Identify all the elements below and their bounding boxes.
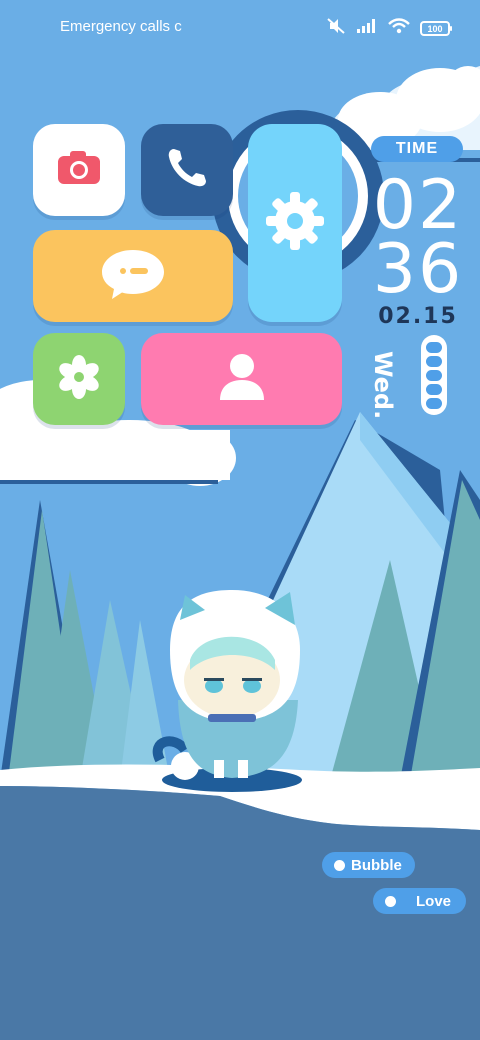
phone-app-tile[interactable] — [141, 124, 233, 216]
clock-minutes[interactable]: 36 — [372, 236, 464, 304]
bubble-button[interactable]: Bubble — [322, 852, 415, 878]
gallery-app-tile[interactable] — [33, 333, 125, 425]
bubble-label: Bubble — [351, 856, 402, 874]
gear-icon — [262, 188, 328, 259]
dot-icon — [334, 859, 345, 871]
status-bar: Emergency calls c 100 — [0, 0, 480, 56]
settings-app-tile[interactable] — [248, 124, 342, 322]
time-label: TIME — [371, 136, 463, 162]
love-label: Love — [416, 892, 452, 910]
phone-icon — [164, 145, 210, 196]
status-carrier-text: Emergency calls c — [60, 18, 182, 35]
battery-segment — [426, 369, 442, 381]
wifi-icon — [388, 18, 410, 39]
contacts-app-tile[interactable] — [141, 333, 342, 425]
message-icon — [98, 246, 168, 307]
battery-segment — [426, 397, 442, 409]
battery-level-indicator — [421, 335, 447, 415]
mute-icon — [326, 17, 346, 40]
signal-icon — [356, 18, 378, 39]
messages-app-tile[interactable] — [33, 230, 233, 322]
clock-date: 02.15 — [378, 304, 458, 329]
battery-segment — [426, 341, 442, 353]
clock-day: Wed. — [369, 351, 397, 420]
camera-app-tile[interactable] — [33, 124, 125, 216]
camera-icon — [54, 148, 104, 193]
battery-segment — [426, 355, 442, 367]
status-icons: 100 — [326, 17, 452, 40]
person-icon — [217, 350, 267, 409]
battery-segment — [426, 383, 442, 395]
love-button[interactable]: Love — [373, 888, 466, 914]
flower-icon — [57, 354, 101, 404]
battery-icon: 100 — [420, 21, 452, 36]
dot-icon — [385, 895, 396, 907]
